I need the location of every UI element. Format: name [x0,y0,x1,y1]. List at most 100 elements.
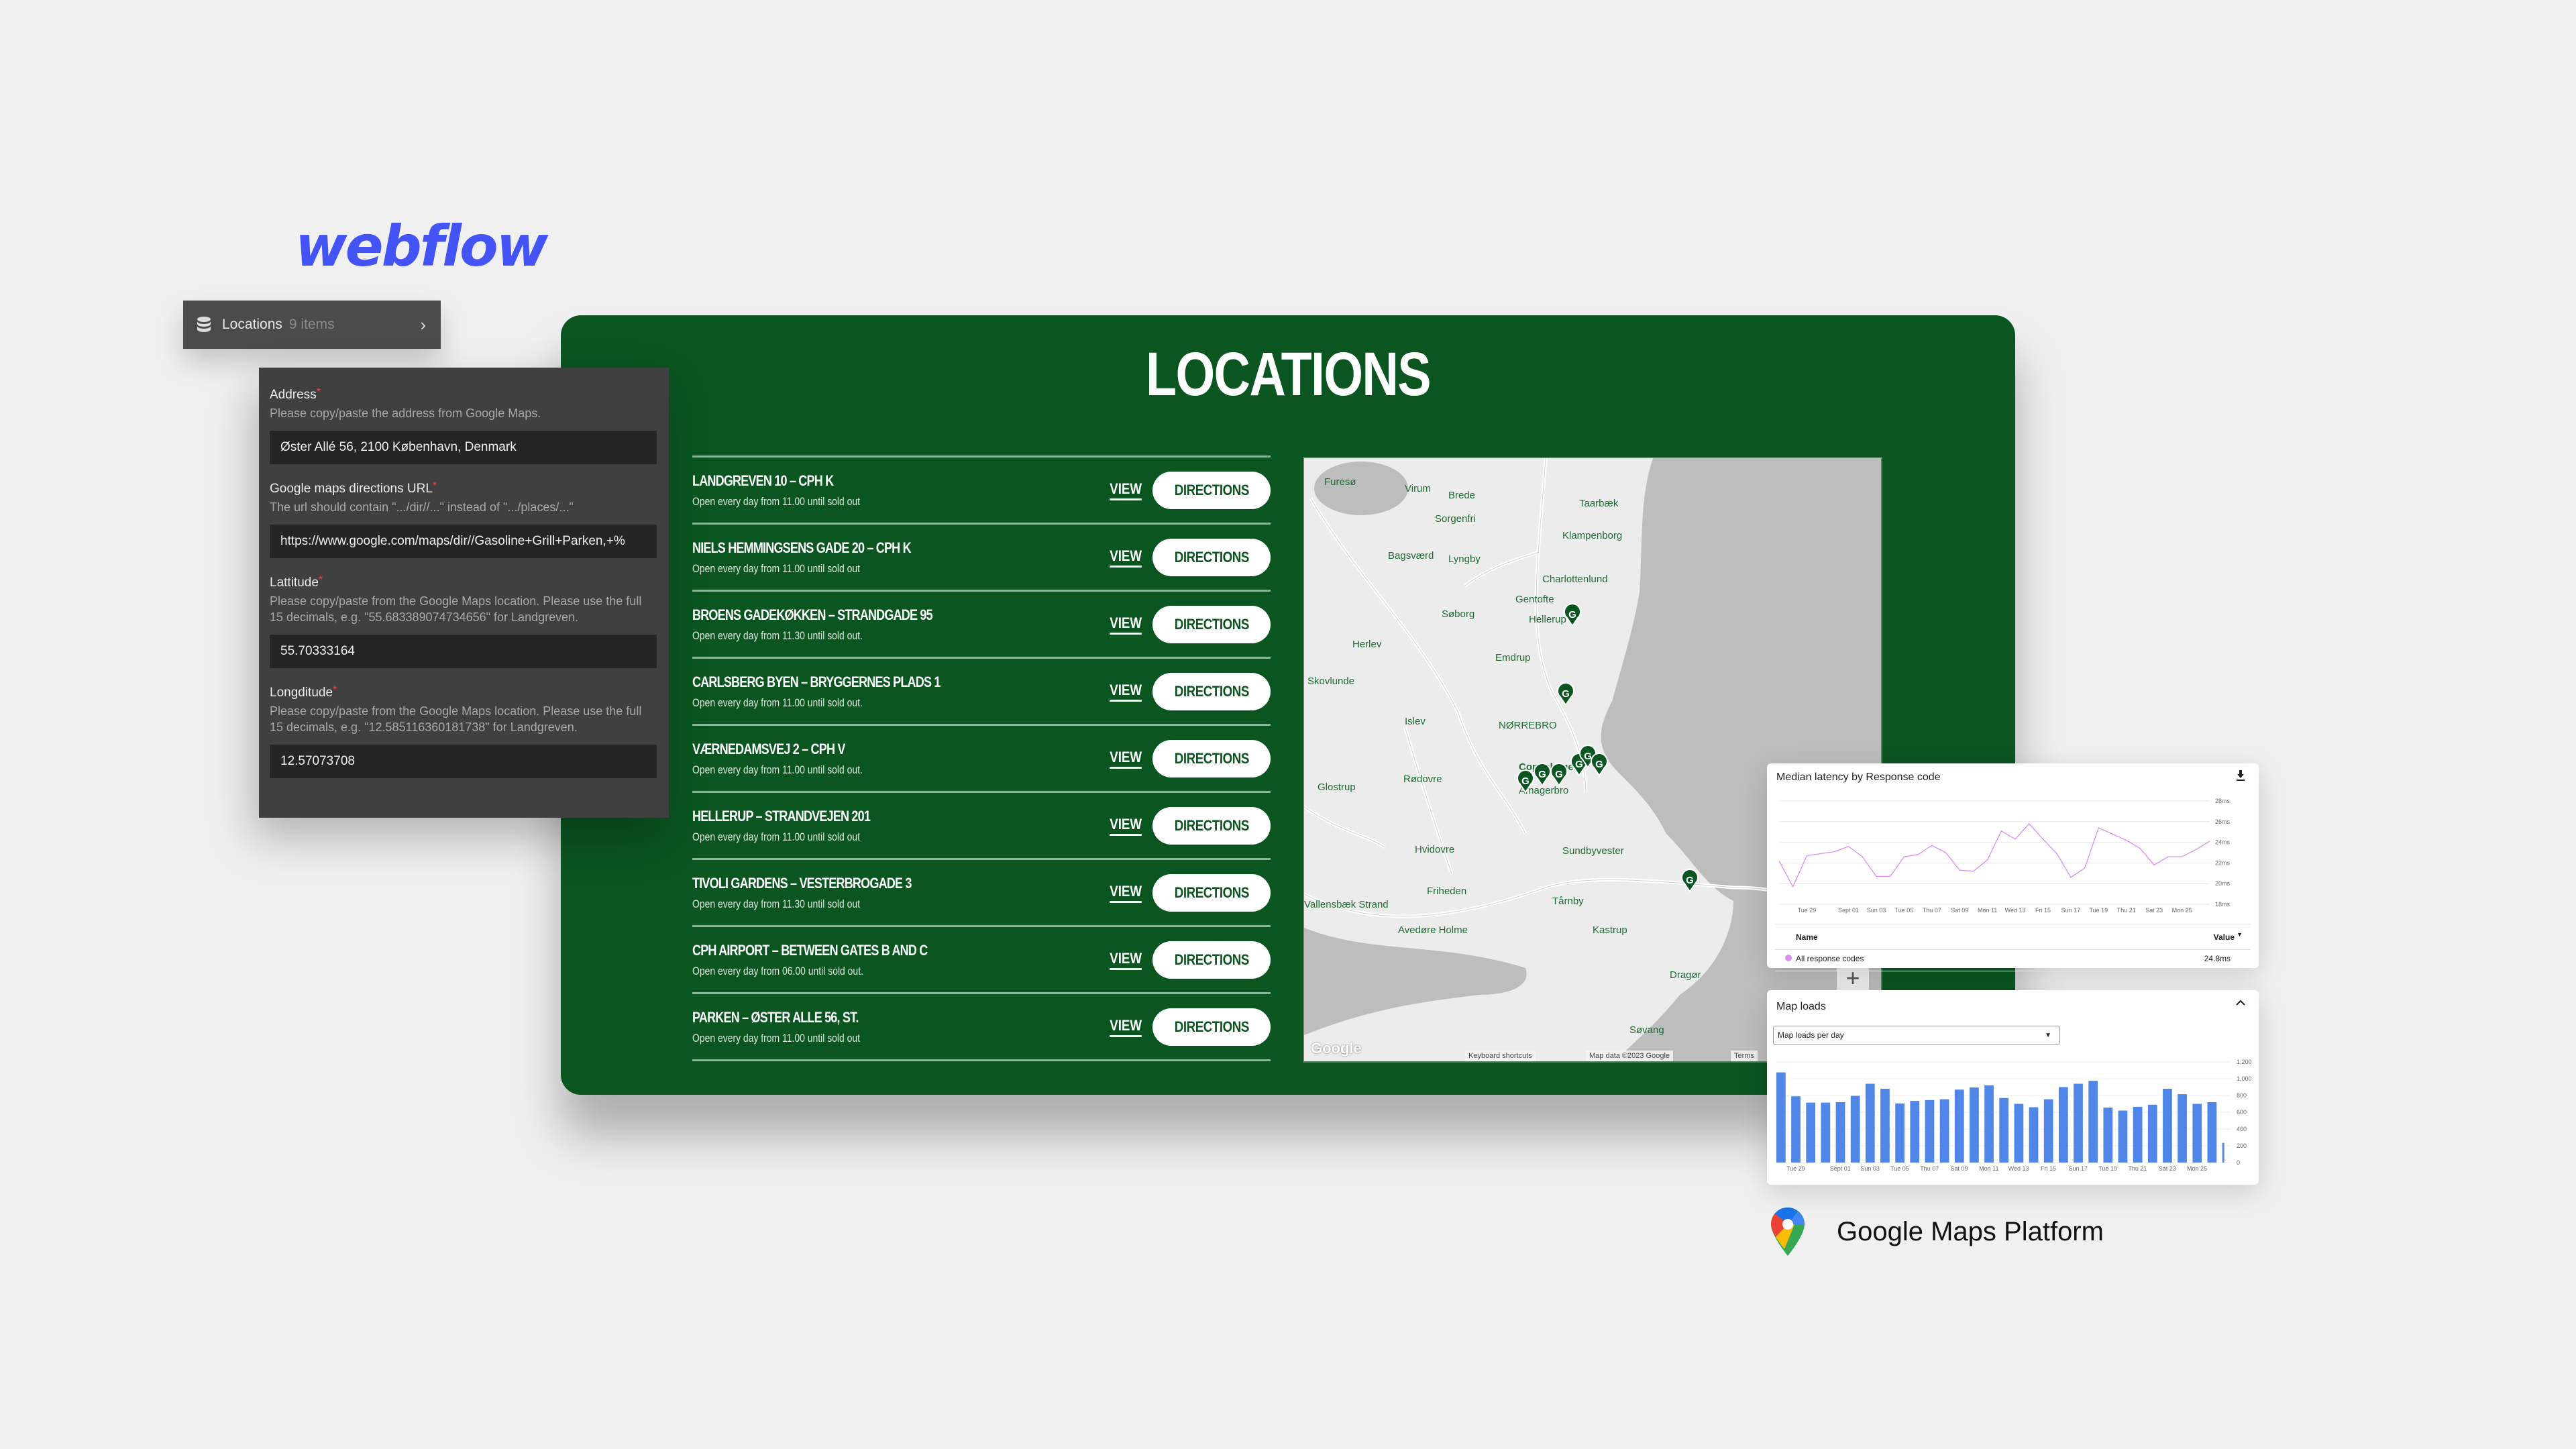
address-field: Address* Please copy/paste the address f… [270,386,657,464]
view-link[interactable]: VIEW [1109,614,1142,635]
location-row: PARKEN – ØSTER ALLE 56, ST. Open every da… [692,992,1271,1061]
series-name: All response codes [1796,954,1864,963]
location-info: NIELS HEMMINGSENS GADE 20 – CPH K Open ev… [692,539,1107,576]
location-marker-glyph: G [1568,609,1576,621]
database-icon [197,317,211,332]
view-link[interactable]: VIEW [1109,816,1142,836]
location-row: NIELS HEMMINGSENS GADE 20 – CPH K Open ev… [692,523,1271,590]
view-link[interactable]: VIEW [1109,883,1142,903]
bar [1806,1102,1816,1163]
keyboard-shortcuts-link[interactable]: Keyboard shortcuts [1465,1051,1536,1061]
cms-item-form: Address* Please copy/paste the address f… [259,368,669,818]
directions-button[interactable]: DIRECTIONS [1152,672,1271,710]
bar [2088,1081,2098,1163]
collection-count: 9 items [288,317,335,332]
map-place-label: Klampenborg [1562,530,1622,541]
map-place-label: Hellerup [1529,614,1566,625]
collection-locations[interactable]: Locations 9 items › [183,301,441,349]
directions-button[interactable]: DIRECTIONS [1152,873,1271,912]
x-tick-label: Thu 07 [1920,1165,1939,1172]
y-tick-label: 26ms [2215,818,2231,825]
map-place-label: Virum [1405,483,1431,494]
bar [1821,1102,1831,1163]
view-link[interactable]: VIEW [1109,547,1142,568]
directions-button[interactable]: DIRECTIONS [1152,538,1271,576]
y-tick-label: 22ms [2215,859,2231,866]
bar [2118,1110,2128,1163]
x-tick-label: Mon 11 [1978,907,1997,914]
view-link[interactable]: VIEW [1109,480,1142,500]
field-hint: The url should contain ".../dir//..." in… [270,500,574,514]
bar [1954,1089,1964,1163]
map-place-label: Sorgenfri [1435,513,1476,525]
bar [2103,1108,2113,1163]
collection-name: Locations [222,317,282,332]
y-tick-label: 800 [2237,1092,2247,1099]
address-input[interactable]: Øster Allé 56, 2100 København, Denmark [270,431,657,464]
latitude-field: Lattitude* Please copy/paste from the Go… [270,574,657,668]
location-marker-glyph: G [1575,759,1583,770]
view-link[interactable]: VIEW [1109,950,1142,970]
location-info: TIVOLI GARDENS – VESTERBROGADE 3 Open eve… [692,875,1107,911]
directions-label: DIRECTIONS [1174,1018,1249,1035]
directions-url-input[interactable]: https://www.google.com/maps/dir//Gasolin… [270,525,657,558]
location-hours: Open every day from 11.00 until sold out [692,494,861,508]
location-row: CARLSBERG BYEN – BRYGGERNES PLADS 1 Open … [692,657,1271,724]
map-loads-card: Map loads Map loads per day ▼ 0 200 400 600… [1767,990,2259,1185]
map-place-label: Gentofte [1515,594,1554,605]
column-value-sort[interactable]: Value [2214,932,2235,942]
map-place-label: Hvidovre [1415,844,1454,855]
map-place-label: Kastrup [1593,924,1627,936]
directions-label: DIRECTIONS [1174,951,1249,968]
map-place-label: Emdrup [1495,652,1531,663]
x-tick-label: Sat 09 [1951,907,1968,914]
bar [1910,1101,1920,1163]
x-tick-label: Sun 17 [2061,907,2081,914]
location-row: TIVOLI GARDENS – VESTERBROGADE 3 Open eve… [692,858,1271,925]
legend-table-row: All response codes 24.8ms [1775,949,2251,971]
map-place-label: Islev [1405,716,1426,727]
map-place-label: Lyngby [1448,553,1481,565]
x-tick-label: Sun 17 [2069,1165,2088,1172]
location-hours: Open every day from 11.30 until sold out [692,897,861,910]
directions-button[interactable]: DIRECTIONS [1152,806,1271,845]
directions-button[interactable]: DIRECTIONS [1152,1008,1271,1046]
location-row: BROENS GADEKØKKEN – STRANDGADE 95 Open ev… [692,590,1271,657]
sort-caret-icon[interactable]: ▼ [2237,931,2243,938]
field-hint: Please copy/paste from the Google Maps l… [270,594,642,624]
directions-button[interactable]: DIRECTIONS [1152,739,1271,777]
directions-label: DIRECTIONS [1174,481,1249,498]
required-marker: * [318,574,323,586]
location-info: PARKEN – ØSTER ALLE 56, ST. Open every da… [692,1009,1107,1045]
chevron-right-icon[interactable]: › [420,315,426,335]
map-place-label: Taarbæk [1579,498,1619,509]
bar [1880,1089,1890,1163]
latitude-input[interactable]: 55.70333164 [270,635,657,668]
y-tick-label: 24ms [2215,839,2231,846]
view-link[interactable]: VIEW [1109,682,1142,702]
terms-link[interactable]: Terms [1731,1051,1758,1061]
map-place-label: Søborg [1442,608,1474,620]
location-hours: Open every day from 11.00 until sold out… [692,763,863,776]
view-link[interactable]: VIEW [1109,1017,1142,1037]
directions-button[interactable]: DIRECTIONS [1152,941,1271,979]
x-tick-label: Thu 21 [2117,907,2136,914]
bar [2043,1099,2053,1163]
map-place-label: NØRREBRO [1499,720,1557,731]
view-link[interactable]: VIEW [1109,749,1142,769]
map-attribution: Map data ©2023 Google [1586,1051,1674,1061]
x-tick-label: Thu 07 [1923,907,1941,914]
x-tick-label: Mon 25 [2172,907,2192,914]
location-name: CARLSBERG BYEN – BRYGGERNES PLADS 1 [692,673,941,690]
location-row: CPH AIRPORT – BETWEEN GATES B AND C Open … [692,925,1271,992]
y-tick-label: 28ms [2215,798,2231,804]
longitude-input[interactable]: 12.57073708 [270,745,657,778]
directions-button[interactable]: DIRECTIONS [1152,605,1271,643]
x-tick-label: Sun 03 [1860,1165,1880,1172]
x-tick-label: Sun 03 [1867,907,1886,914]
directions-button[interactable]: DIRECTIONS [1152,471,1271,509]
y-tick-label: 18ms [2215,901,2231,908]
locations-map[interactable]: Furesø Virum Brede Sorgenfri Taarbæk Klampenb… [1303,457,1882,1063]
location-row: VÆRNEDAMSVEJ 2 – CPH V Open every day fro… [692,724,1271,791]
locations-section: LOCATIONS LANDGREVEN 10 – CPH K Open ever… [561,315,2015,1095]
